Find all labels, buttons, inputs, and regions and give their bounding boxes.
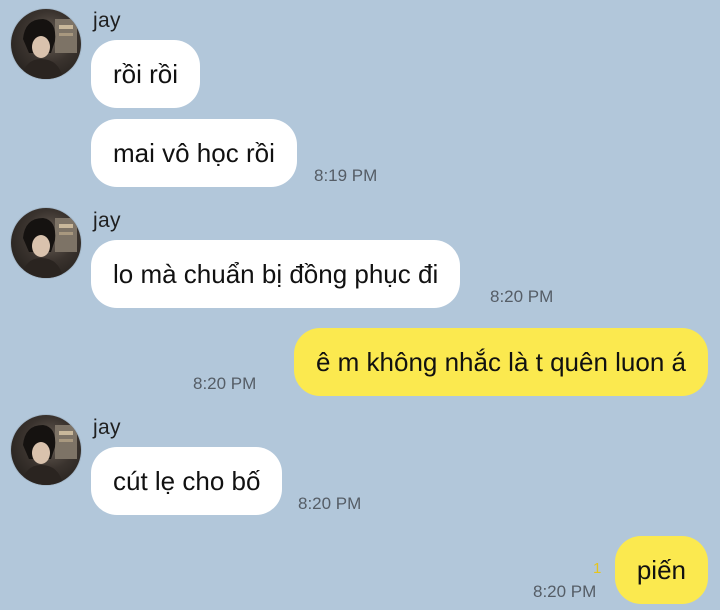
message-bubble[interactable]: piến	[614, 536, 708, 604]
message-timestamp: 8:20 PM	[298, 494, 362, 513]
message-bubble[interactable]: cút lẹ cho bố	[91, 447, 283, 515]
sender-name: jay	[93, 9, 121, 32]
message-timestamp: 8:19 PM	[314, 166, 378, 185]
message-bubble[interactable]: mai vô học rồi	[91, 119, 297, 187]
message-timestamp: 8:20 PM	[490, 287, 554, 306]
message-bubble[interactable]: lo mà chuẩn bị đồng phục đi	[91, 240, 461, 308]
avatar[interactable]	[11, 208, 81, 278]
message-timestamp: 8:20 PM	[533, 582, 597, 601]
avatar[interactable]	[11, 9, 81, 79]
message-bubble[interactable]: ê m không nhắc là t quên luon á	[293, 328, 708, 396]
avatar[interactable]	[11, 415, 81, 485]
message-bubble[interactable]: rồi rồi	[91, 40, 201, 108]
avatar-photo-icon	[21, 218, 77, 278]
unread-count: 1	[593, 560, 602, 577]
avatar-photo-icon	[21, 19, 77, 79]
chat-view[interactable]: jay rồi rồi mai vô học rồi 8:19 PM jay l…	[0, 0, 720, 610]
avatar-photo-icon	[21, 425, 77, 485]
message-timestamp: 8:20 PM	[193, 374, 257, 393]
sender-name: jay	[93, 209, 121, 232]
sender-name: jay	[93, 416, 121, 439]
